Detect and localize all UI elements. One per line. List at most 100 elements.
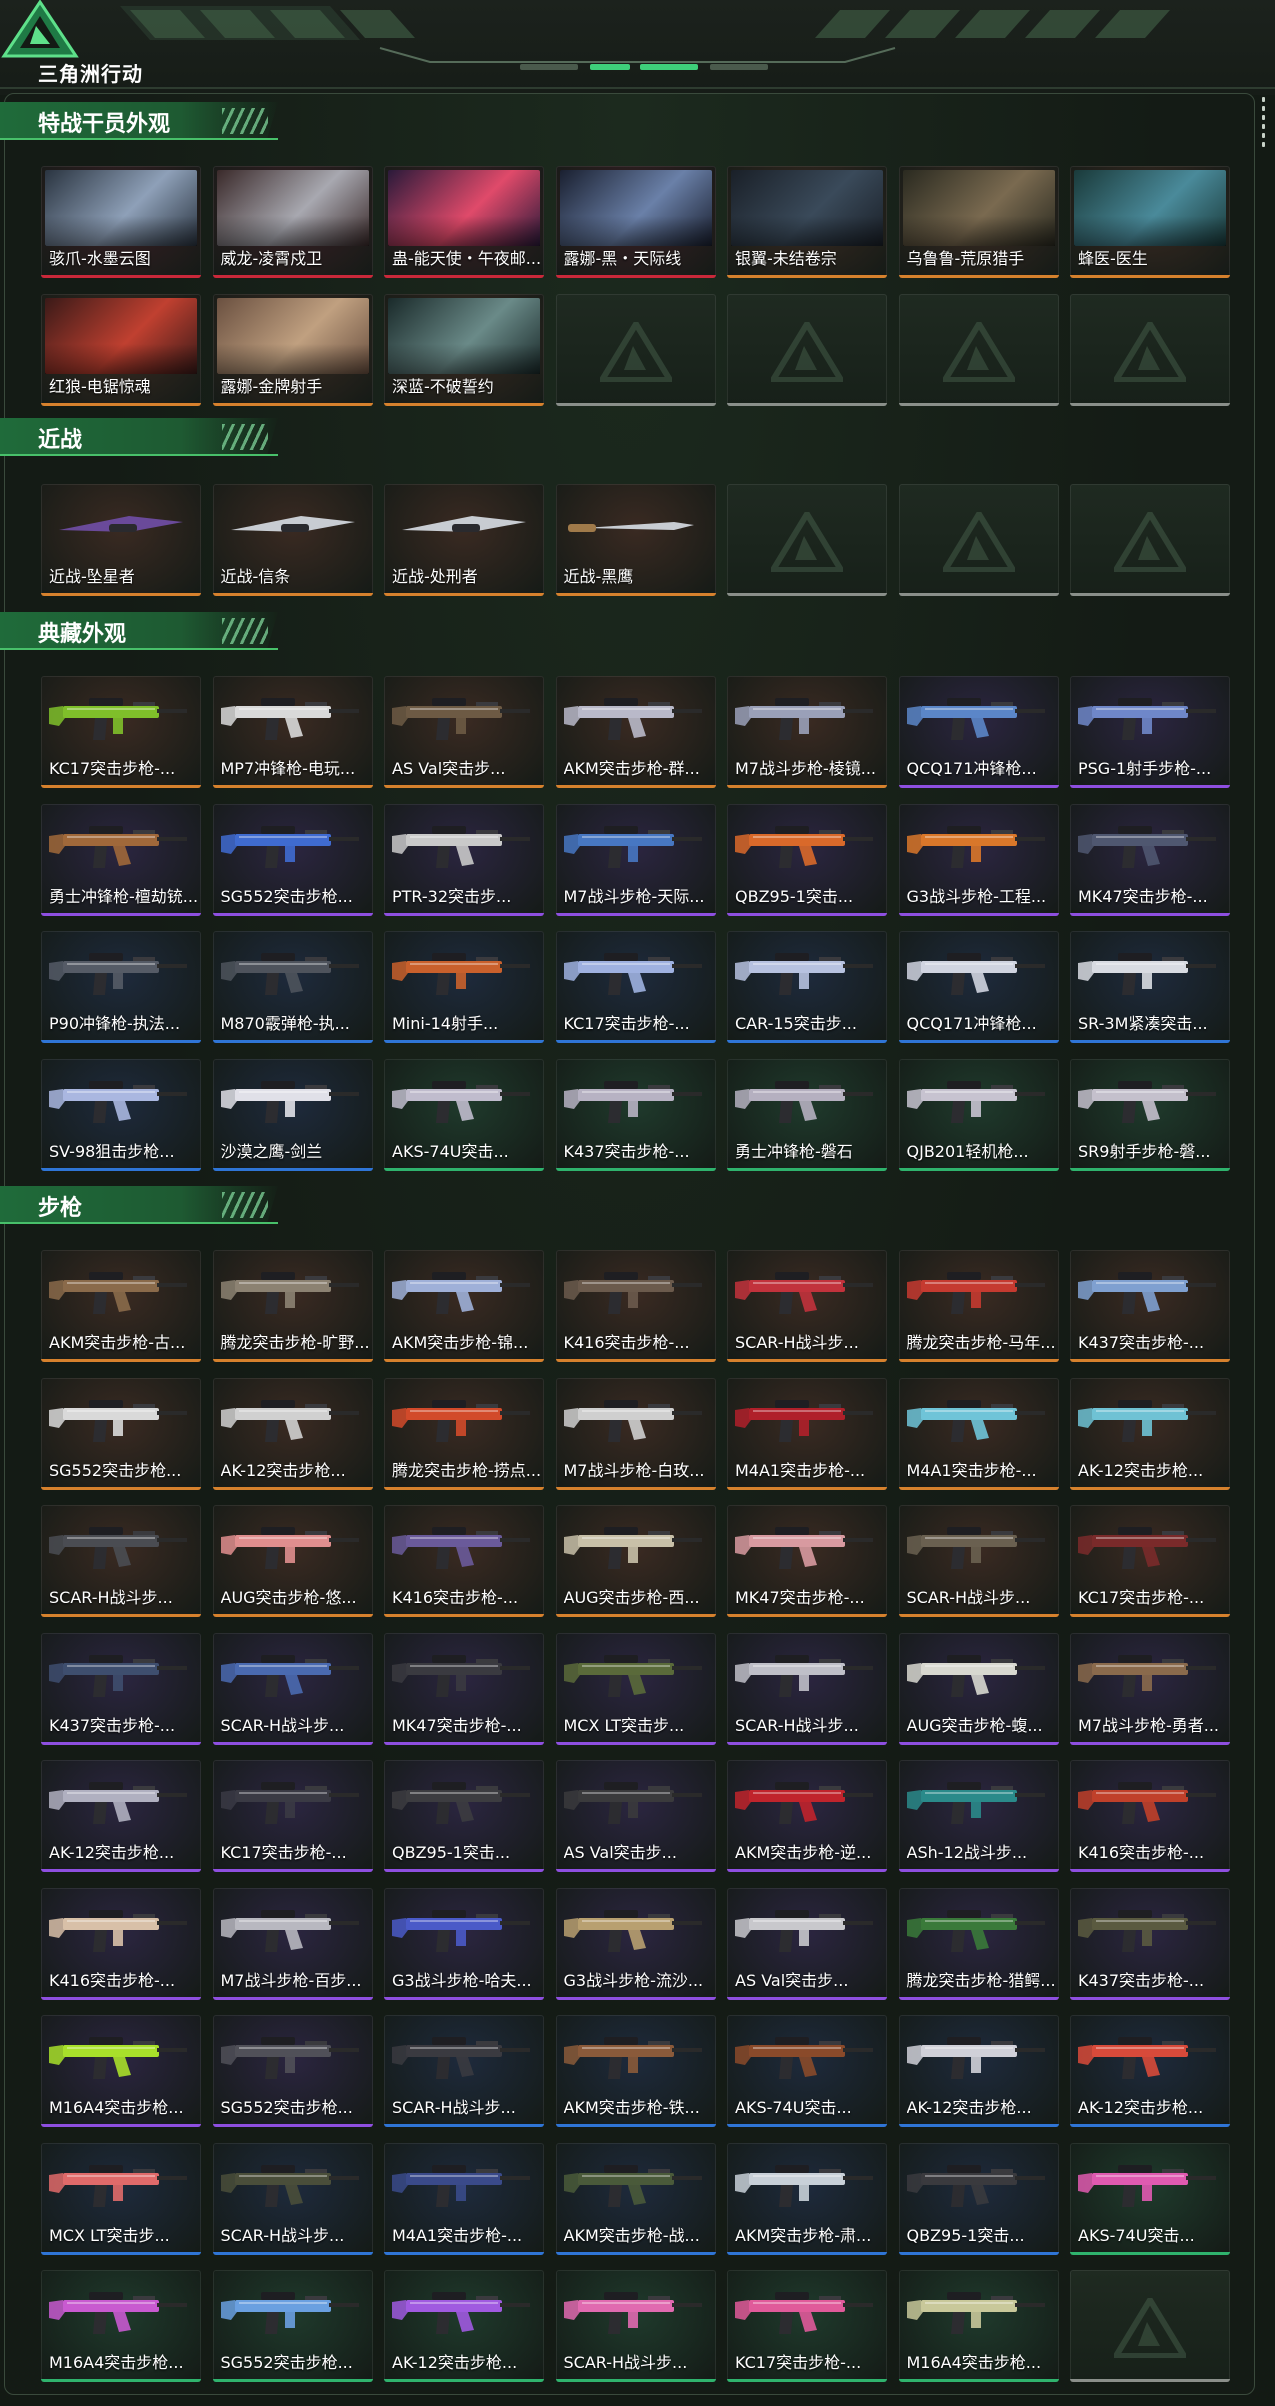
weapon-skin-card[interactable]: SCAR-H战斗步... [727, 1632, 887, 1745]
weapon-skin-card[interactable]: ASh-12战斗步... [898, 1760, 1059, 1872]
weapon-skin-card[interactable]: PTR-32突击步... [384, 803, 544, 916]
weapon-skin-card[interactable]: SCAR-H战斗步... [212, 2142, 373, 2255]
weapon-skin-card[interactable]: MP7冲锋枪-电玩... [212, 676, 373, 788]
weapon-skin-card[interactable]: K437突击步枪-... [1070, 1250, 1230, 1362]
weapon-skin-card[interactable]: SCAR-H战斗步... [727, 1250, 887, 1362]
weapon-skin-card[interactable]: SCAR-H战斗步... [212, 1632, 373, 1745]
weapon-skin-card[interactable]: SCAR-H战斗步... [384, 2015, 544, 2127]
weapon-skin-card[interactable]: SG552突击步枪... [212, 2015, 373, 2127]
weapon-skin-card[interactable]: AKS-74U突击... [384, 1058, 544, 1171]
weapon-skin-card[interactable]: AK-12突击步枪... [1070, 1377, 1230, 1490]
weapon-skin-card[interactable]: AK-12突击步枪... [384, 2270, 544, 2382]
weapon-skin-card[interactable]: PSG-1射手步枪-... [1070, 676, 1230, 788]
weapon-skin-card[interactable]: Mini-14射手... [384, 931, 544, 1043]
weapon-skin-card[interactable]: MCX LT突击步... [41, 2142, 201, 2255]
weapon-skin-card[interactable]: QJB201轻机枪... [898, 1058, 1059, 1171]
weapon-skin-card[interactable]: M4A1突击步枪-... [898, 1377, 1059, 1490]
weapon-skin-card[interactable]: AK-12突击步枪... [212, 1377, 373, 1490]
weapon-skin-card[interactable]: AUG突击步枪-蝮... [898, 1632, 1059, 1745]
weapon-skin-card[interactable]: M16A4突击步枪... [898, 2270, 1059, 2382]
weapon-skin-card[interactable]: MK47突击步枪-... [384, 1632, 544, 1745]
weapon-skin-card[interactable]: AUG突击步枪-西... [555, 1505, 716, 1617]
weapon-skin-card[interactable]: M4A1突击步枪-... [727, 1377, 887, 1490]
weapon-skin-card[interactable]: QCQ171冲锋枪... [898, 931, 1059, 1043]
weapon-skin-card[interactable]: MK47突击步枪-... [1070, 803, 1230, 916]
weapon-skin-card[interactable]: AK-12突击步枪... [1070, 2015, 1230, 2127]
weapon-skin-card[interactable]: QBZ95-1突击... [384, 1760, 544, 1872]
weapon-skin-card[interactable]: M7战斗步枪-勇者... [1070, 1632, 1230, 1745]
weapon-skin-card[interactable]: AUG突击步枪-悠... [212, 1505, 373, 1617]
weapon-skin-card[interactable]: AK-12突击步枪... [41, 1760, 201, 1872]
melee-skin-card[interactable]: 近战-处刑者 [384, 484, 544, 596]
weapon-skin-card[interactable]: K416突击步枪-... [384, 1505, 544, 1617]
weapon-skin-card[interactable]: AKM突击步枪-古... [41, 1250, 201, 1362]
weapon-skin-card[interactable]: 勇士冲锋枪-磐石 [727, 1058, 887, 1171]
weapon-skin-card[interactable]: SR9射手步枪-磐... [1070, 1058, 1230, 1171]
weapon-skin-card[interactable]: M870霰弹枪-执... [212, 931, 373, 1043]
weapon-skin-card[interactable]: SG552突击步枪... [212, 803, 373, 916]
operator-skin-card[interactable]: 红狼-电锯惊魂 [41, 293, 201, 406]
weapon-skin-card[interactable]: SG552突击步枪... [212, 2270, 373, 2382]
weapon-skin-card[interactable]: AKM突击步枪-铁... [555, 2015, 716, 2127]
weapon-skin-card[interactable]: M16A4突击步枪... [41, 2270, 201, 2382]
weapon-skin-card[interactable]: CAR-15突击步... [727, 931, 887, 1043]
weapon-skin-card[interactable]: 腾龙突击步枪-猎鳄... [898, 1887, 1059, 2000]
weapon-skin-card[interactable]: SR-3M紧凑突击... [1070, 931, 1230, 1043]
weapon-skin-card[interactable]: P90冲锋枪-执法... [41, 931, 201, 1043]
weapon-skin-card[interactable]: KC17突击步枪-... [727, 2270, 887, 2382]
weapon-skin-card[interactable]: K437突击步枪-... [555, 1058, 716, 1171]
weapon-skin-card[interactable]: 腾龙突击步枪-旷野... [212, 1250, 373, 1362]
weapon-skin-card[interactable]: G3战斗步枪-哈夫... [384, 1887, 544, 2000]
weapon-skin-card[interactable]: AKS-74U突击... [1070, 2142, 1230, 2255]
weapon-skin-card[interactable]: QBZ95-1突击... [727, 803, 887, 916]
melee-skin-card[interactable]: 近战-黑鹰 [555, 484, 716, 596]
weapon-skin-card[interactable]: AS Val突击步... [384, 676, 544, 788]
operator-skin-card[interactable]: 深蓝-不破誓约 [384, 293, 544, 406]
weapon-skin-card[interactable]: AKM突击步枪-肃... [727, 2142, 887, 2255]
weapon-skin-card[interactable]: M16A4突击步枪... [41, 2015, 201, 2127]
weapon-skin-card[interactable]: G3战斗步枪-流沙... [555, 1887, 716, 2000]
weapon-skin-card[interactable]: M7战斗步枪-棱镜... [727, 676, 887, 788]
weapon-skin-card[interactable]: SCAR-H战斗步... [555, 2270, 716, 2382]
melee-skin-card[interactable]: 近战-信条 [212, 484, 373, 596]
operator-skin-card[interactable]: 蛊-能天使・午夜邮... [384, 166, 544, 278]
weapon-skin-card[interactable]: SG552突击步枪... [41, 1377, 201, 1490]
weapon-skin-card[interactable]: KC17突击步枪-... [41, 676, 201, 788]
operator-skin-card[interactable]: 露娜-黑・天际线 [555, 166, 716, 278]
weapon-skin-card[interactable]: AKM突击步枪-锦... [384, 1250, 544, 1362]
weapon-skin-card[interactable]: QBZ95-1突击... [898, 2142, 1059, 2255]
melee-skin-card[interactable]: 近战-坠星者 [41, 484, 201, 596]
weapon-skin-card[interactable]: 勇士冲锋枪-檀劫铳... [41, 803, 201, 916]
weapon-skin-card[interactable]: SCAR-H战斗步... [898, 1505, 1059, 1617]
weapon-skin-card[interactable]: AS Val突击步... [555, 1760, 716, 1872]
operator-skin-card[interactable]: 威龙-凌霄戍卫 [212, 166, 373, 278]
weapon-skin-card[interactable]: MK47突击步枪-... [727, 1505, 887, 1617]
weapon-skin-card[interactable]: AKM突击步枪-战... [555, 2142, 716, 2255]
weapon-skin-card[interactable]: M7战斗步枪-天际... [555, 803, 716, 916]
weapon-skin-card[interactable]: AKS-74U突击... [727, 2015, 887, 2127]
scrollbar[interactable] [1257, 93, 1271, 153]
weapon-skin-card[interactable]: 沙漠之鹰-剑兰 [212, 1058, 373, 1171]
weapon-skin-card[interactable]: AKM突击步枪-群... [555, 676, 716, 788]
weapon-skin-card[interactable]: 腾龙突击步枪-捞点... [384, 1377, 544, 1490]
weapon-skin-card[interactable]: AK-12突击步枪... [898, 2015, 1059, 2127]
weapon-skin-card[interactable]: KC17突击步枪-... [555, 931, 716, 1043]
weapon-skin-card[interactable]: SCAR-H战斗步... [41, 1505, 201, 1617]
weapon-skin-card[interactable]: M7战斗步枪-百步... [212, 1887, 373, 2000]
weapon-skin-card[interactable]: G3战斗步枪-工程... [898, 803, 1059, 916]
operator-skin-card[interactable]: 蜂医-医生 [1070, 166, 1230, 278]
weapon-skin-card[interactable]: AKM突击步枪-逆... [727, 1760, 887, 1872]
weapon-skin-card[interactable]: K416突击步枪-... [555, 1250, 716, 1362]
weapon-skin-card[interactable]: MCX LT突击步... [555, 1632, 716, 1745]
weapon-skin-card[interactable]: KC17突击步枪-... [212, 1760, 373, 1872]
weapon-skin-card[interactable]: AS Val突击步... [727, 1887, 887, 2000]
operator-skin-card[interactable]: 骇爪-水墨云图 [41, 166, 201, 278]
weapon-skin-card[interactable]: K416突击步枪-... [1070, 1760, 1230, 1872]
weapon-skin-card[interactable]: QCQ171冲锋枪... [898, 676, 1059, 788]
weapon-skin-card[interactable]: KC17突击步枪-... [1070, 1505, 1230, 1617]
weapon-skin-card[interactable]: SV-98狙击步枪... [41, 1058, 201, 1171]
operator-skin-card[interactable]: 银翼-未结卷宗 [727, 166, 887, 278]
weapon-skin-card[interactable]: K437突击步枪-... [41, 1632, 201, 1745]
operator-skin-card[interactable]: 乌鲁鲁-荒原猎手 [898, 166, 1059, 278]
weapon-skin-card[interactable]: K437突击步枪-... [1070, 1887, 1230, 2000]
